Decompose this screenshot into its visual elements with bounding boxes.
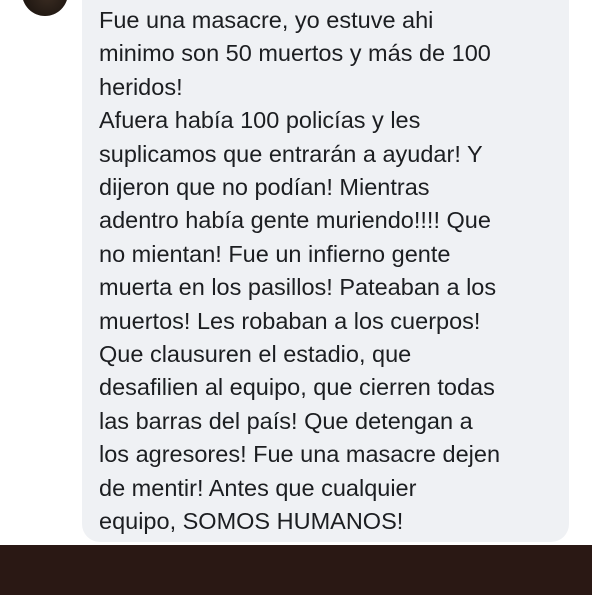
footer-bar (0, 545, 592, 595)
avatar[interactable] (22, 0, 68, 16)
comment-text: Fue una masacre, yo estuve ahi minimo so… (99, 7, 501, 535)
